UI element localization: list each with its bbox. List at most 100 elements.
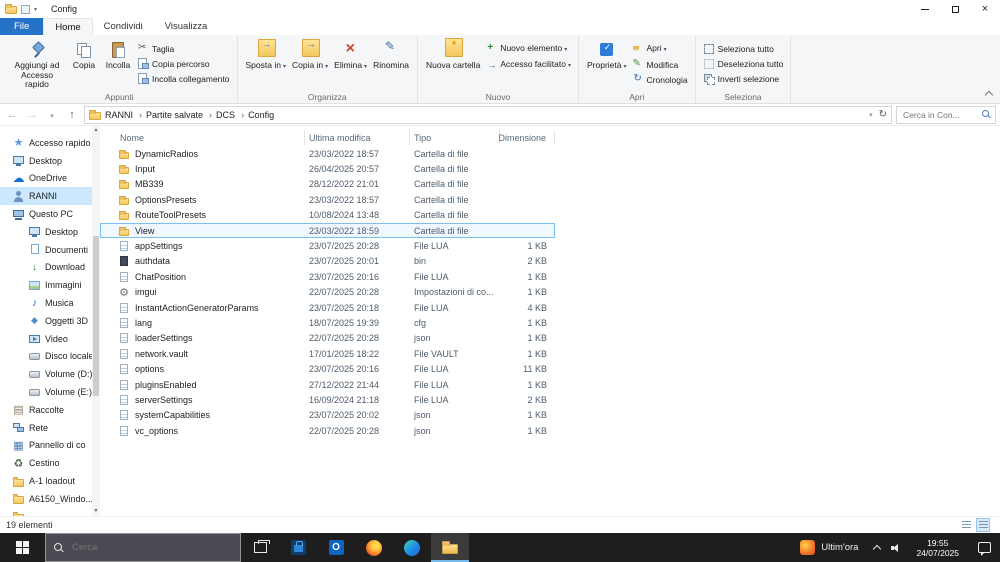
news-widget[interactable]: Ultim'ora	[791, 540, 867, 555]
scrollbar-thumb[interactable]	[93, 236, 99, 396]
sidebar-item[interactable]: Rete	[0, 419, 100, 437]
back-button[interactable]	[4, 109, 20, 121]
pin-to-quick-access-button[interactable]: Aggiungi ad Accesso rapido	[7, 38, 67, 92]
start-button[interactable]	[0, 533, 45, 562]
scroll-up-arrow-icon[interactable]: ▲	[92, 126, 100, 135]
file-row[interactable]: network.vault 17/01/2025 18:22 File VAUL…	[100, 346, 555, 361]
paste-shortcut-button[interactable]: Incolla collegamento	[135, 72, 232, 85]
store-app-button[interactable]	[279, 533, 317, 562]
file-row[interactable]: vc_options 22/07/2025 20:28 json 1 KB	[100, 423, 555, 438]
sidebar-item[interactable]: Oggetti 3D	[0, 312, 100, 330]
column-header-modified[interactable]: Ultima modifica	[305, 130, 410, 145]
file-row[interactable]: MB339 28/12/2022 21:01 Cartella di file	[100, 177, 555, 192]
sidebar-item[interactable]: Cestino	[0, 454, 100, 472]
sidebar-scrollbar[interactable]: ▲ ▼	[92, 126, 100, 516]
breadcrumb-item[interactable]: Config	[246, 110, 276, 120]
ribbon-tab[interactable]: Visualizza	[154, 18, 219, 35]
copy-path-button[interactable]: Copia percorso	[135, 57, 232, 70]
minimize-button[interactable]	[910, 0, 940, 18]
file-row[interactable]: options 23/07/2025 20:16 File LUA 11 KB	[100, 361, 555, 376]
maximize-button[interactable]	[940, 0, 970, 18]
new-item-button[interactable]: Nuovo elemento	[483, 42, 573, 56]
file-row[interactable]: serverSettings 16/09/2024 21:18 File LUA…	[100, 392, 555, 407]
file-row[interactable]: DynamicRadios 23/03/2022 18:57 Cartella …	[100, 146, 555, 161]
new-folder-button[interactable]: Nuova cartella	[423, 38, 483, 73]
action-center-button[interactable]	[968, 542, 1000, 556]
sidebar-item[interactable]: Desktop	[0, 152, 100, 170]
edge-app-button[interactable]	[393, 533, 431, 562]
delete-button[interactable]: Elimina	[331, 38, 370, 75]
taskbar-search-input[interactable]	[70, 541, 232, 554]
sidebar-item[interactable]: Questo PC	[0, 205, 100, 223]
file-row[interactable]: View 23/03/2022 18:59 Cartella di file	[100, 222, 555, 239]
sidebar-item[interactable]: Accesso rapido	[0, 134, 100, 152]
paste-button[interactable]: Incolla	[101, 38, 135, 73]
sidebar-item[interactable]: Documenti	[0, 241, 100, 259]
breadcrumb-bar[interactable]: RANNI Partite salvate DCS Config	[84, 105, 892, 124]
show-hidden-icons-button[interactable]	[867, 543, 887, 554]
sidebar-item[interactable]: Download	[0, 259, 100, 277]
task-view-button[interactable]	[241, 533, 279, 562]
file-row[interactable]: authdata 23/07/2025 20:01 bin 2 KB	[100, 254, 555, 269]
refresh-icon[interactable]	[879, 109, 887, 120]
invert-selection-button[interactable]: Inverti selezione	[701, 72, 786, 85]
sidebar-item[interactable]	[0, 508, 100, 516]
breadcrumb-item[interactable]: RANNI	[103, 110, 144, 120]
copy-button[interactable]: Copia	[67, 38, 101, 73]
file-row[interactable]: lang 18/07/2025 19:39 cfg 1 KB	[100, 315, 555, 330]
ribbon-tab[interactable]: Condividi	[93, 18, 154, 35]
sidebar-item[interactable]: RANNI	[0, 187, 100, 206]
rename-button[interactable]: Rinomina	[370, 38, 412, 73]
taskbar-clock[interactable]: 19:55 24/07/2025	[907, 538, 968, 558]
column-header-type[interactable]: Tipo	[410, 130, 500, 145]
explorer-app-button[interactable]	[431, 533, 469, 562]
sidebar-item[interactable]: Musica	[0, 294, 100, 312]
search-input[interactable]	[901, 108, 979, 121]
deselect-all-button[interactable]: Deseleziona tutto	[701, 57, 786, 70]
volume-button[interactable]	[887, 542, 907, 554]
open-button[interactable]: Apri	[630, 42, 690, 56]
sidebar-item[interactable]: A-1 loadout	[0, 472, 100, 490]
details-view-toggle[interactable]	[976, 518, 990, 532]
address-dropdown-chevron-icon[interactable]	[869, 109, 873, 120]
scroll-down-arrow-icon[interactable]: ▼	[92, 507, 100, 516]
sidebar-item[interactable]: Video	[0, 330, 100, 348]
tab-file[interactable]: File	[0, 18, 44, 35]
file-row[interactable]: OptionsPresets 23/03/2022 18:57 Cartella…	[100, 192, 555, 207]
forward-button[interactable]	[24, 109, 40, 121]
file-row[interactable]: InstantActionGeneratorParams 23/07/2025 …	[100, 300, 555, 315]
breadcrumb-item[interactable]: Partite salvate	[144, 110, 214, 120]
sidebar-item[interactable]: Immagini	[0, 276, 100, 294]
select-all-button[interactable]: Seleziona tutto	[701, 42, 786, 55]
column-header-name[interactable]: Nome	[100, 130, 305, 145]
breadcrumb-item[interactable]: DCS	[214, 110, 246, 120]
column-header-size[interactable]: Dimensione	[498, 130, 555, 145]
sidebar-item[interactable]: A6150_Windo...	[0, 490, 100, 508]
ribbon-tab[interactable]: Home	[43, 18, 93, 35]
firefox-app-button[interactable]	[355, 533, 393, 562]
list-view-toggle[interactable]	[959, 518, 973, 532]
sidebar-item[interactable]: Disco locale	[0, 348, 100, 366]
outlook-app-button[interactable]	[317, 533, 355, 562]
copy-to-button[interactable]: Copia in	[289, 38, 331, 75]
file-row[interactable]: imgui 22/07/2025 20:28 Impostazioni di c…	[100, 285, 555, 300]
up-button[interactable]	[64, 109, 80, 121]
file-row[interactable]: loaderSettings 22/07/2025 20:28 json 1 K…	[100, 331, 555, 346]
recent-locations-chevron-icon[interactable]	[44, 109, 60, 121]
file-row[interactable]: pluginsEnabled 27/12/2022 21:44 File LUA…	[100, 377, 555, 392]
properties-button[interactable]: Proprietà	[584, 38, 630, 75]
sidebar-item[interactable]: Raccolte	[0, 401, 100, 419]
move-to-button[interactable]: Sposta in	[243, 38, 289, 75]
file-row[interactable]: systemCapabilities 23/07/2025 20:02 json…	[100, 408, 555, 423]
file-row[interactable]: RouteToolPresets 10/08/2024 13:48 Cartel…	[100, 208, 555, 223]
sidebar-item[interactable]: Desktop	[0, 223, 100, 241]
sidebar-item[interactable]: Pannello di co	[0, 437, 100, 455]
easy-access-button[interactable]: Accesso facilitato	[483, 58, 573, 72]
sidebar-item[interactable]: OneDrive	[0, 170, 100, 188]
cut-button[interactable]: Taglia	[135, 42, 232, 55]
history-button[interactable]: Cronologia	[630, 73, 690, 86]
file-row[interactable]: ChatPosition 23/07/2025 20:16 File LUA 1…	[100, 269, 555, 284]
close-button[interactable]: ×	[970, 0, 1000, 18]
qat-customize-chevron-icon[interactable]: ▾	[34, 6, 37, 13]
file-row[interactable]: Input 26/04/2025 20:57 Cartella di file	[100, 161, 555, 176]
